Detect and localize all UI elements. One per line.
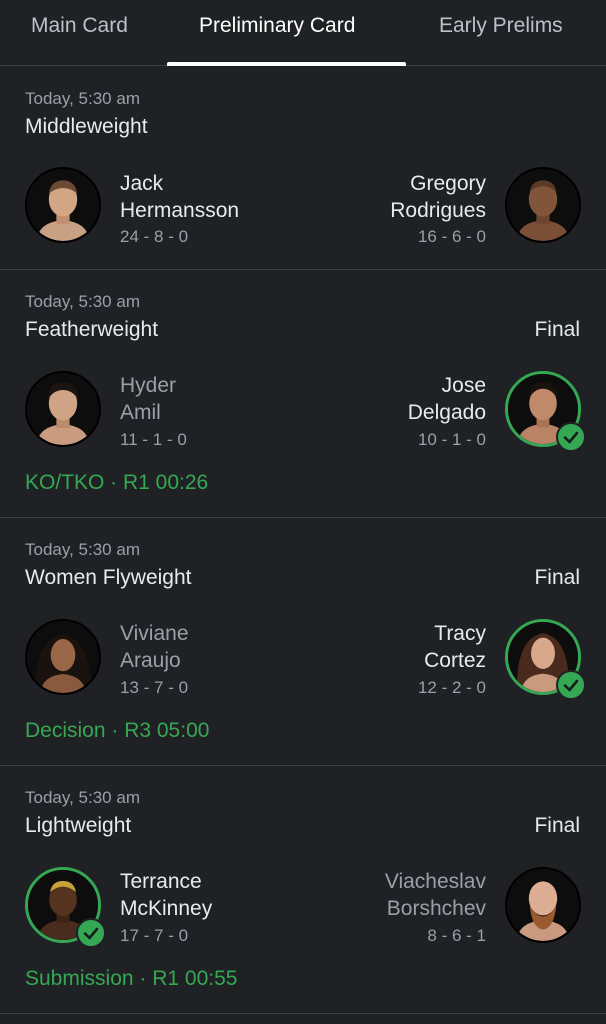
last-name: Borshchev bbox=[386, 897, 486, 920]
fighter-record-right: 10 - 1 - 0 bbox=[417, 430, 486, 449]
first-name: Jose bbox=[441, 374, 486, 397]
fighter-record-right: 12 - 2 - 0 bbox=[417, 678, 486, 697]
fighter-record-right: 8 - 6 - 1 bbox=[427, 926, 486, 945]
fighter-name-right: Tracy Cortez bbox=[424, 620, 486, 674]
weight-class: Lightweight bbox=[25, 814, 132, 837]
fight-result: KO/TKO · R1 00:26 bbox=[25, 471, 209, 494]
first-name: Hyder bbox=[120, 374, 177, 397]
fight-time: Today, 5:30 am bbox=[25, 292, 140, 311]
fighter-photo-icon bbox=[27, 621, 99, 693]
fight-card[interactable]: Today, 5:30 am Women Flyweight Final Viv… bbox=[0, 518, 606, 766]
last-name: Delgado bbox=[407, 401, 486, 424]
fighter-name-left: Terrance McKinney bbox=[120, 868, 212, 922]
fight-time: Today, 5:30 am bbox=[25, 89, 140, 108]
fighter-record-left: 24 - 8 - 0 bbox=[120, 227, 189, 246]
fighter-name-left: Viviane Araujo bbox=[120, 620, 189, 674]
tab-preliminary-card[interactable]: Preliminary Card bbox=[199, 14, 355, 38]
fighter-photo-icon bbox=[507, 869, 579, 941]
last-name: McKinney bbox=[120, 897, 213, 920]
fight-result: Submission · R1 00:55 bbox=[25, 967, 238, 990]
fighter-name-right: Jose Delgado bbox=[408, 372, 486, 426]
fight-time: Today, 5:30 am bbox=[25, 788, 140, 807]
card-tabs: Main Card Preliminary Card Early Prelims bbox=[0, 0, 606, 66]
last-name: Araujo bbox=[120, 649, 181, 672]
fighter-photo-icon bbox=[27, 373, 99, 445]
first-name: Tracy bbox=[434, 622, 486, 645]
fighter-avatar[interactable] bbox=[25, 167, 101, 243]
last-name: Amil bbox=[120, 401, 161, 424]
fighter-record-left: 11 - 1 - 0 bbox=[120, 430, 187, 449]
fighter-name-left: Jack Hermansson bbox=[120, 170, 239, 224]
weight-class: Middleweight bbox=[25, 115, 148, 138]
fighter-avatar[interactable] bbox=[505, 867, 581, 943]
winner-avatar[interactable] bbox=[25, 867, 106, 948]
fight-time: Today, 5:30 am bbox=[25, 540, 140, 559]
first-name: Gregory bbox=[410, 172, 486, 195]
tab-early-prelims[interactable]: Early Prelims bbox=[439, 14, 563, 38]
fight-result: Decision · R3 05:00 bbox=[25, 719, 210, 742]
fight-status: Final bbox=[534, 566, 580, 589]
weight-class: Featherweight bbox=[25, 318, 159, 341]
fighter-record-left: 17 - 7 - 0 bbox=[120, 926, 189, 945]
fighter-photo-icon bbox=[507, 169, 579, 241]
fight-card[interactable]: Today, 5:30 am Featherweight Final Hyder… bbox=[0, 270, 606, 518]
winner-check-icon bbox=[76, 918, 106, 948]
winner-check-icon bbox=[556, 422, 586, 452]
fight-status: Final bbox=[534, 318, 580, 341]
last-name: Hermansson bbox=[120, 199, 240, 222]
fight-card[interactable]: Today, 5:30 am Middleweight Jack Hermans… bbox=[0, 67, 606, 270]
last-name: Rodrigues bbox=[390, 199, 486, 222]
winner-check-icon bbox=[556, 670, 586, 700]
first-name: Terrance bbox=[120, 870, 202, 893]
fight-card[interactable]: Today, 5:30 am Lightweight Final Terranc… bbox=[0, 766, 606, 1014]
fight-status: Final bbox=[534, 814, 580, 837]
winner-avatar[interactable] bbox=[505, 371, 586, 452]
fighter-avatar[interactable] bbox=[25, 371, 101, 447]
first-name: Viacheslav bbox=[384, 870, 486, 893]
last-name: Cortez bbox=[424, 649, 486, 672]
weight-class: Women Flyweight bbox=[25, 566, 192, 589]
fighter-avatar[interactable] bbox=[25, 619, 101, 695]
first-name: Jack bbox=[120, 172, 164, 195]
fighter-record-right: 16 - 6 - 0 bbox=[417, 227, 486, 246]
active-tab-indicator bbox=[167, 62, 406, 66]
fighter-name-left: Hyder Amil bbox=[120, 372, 176, 426]
fighter-photo-icon bbox=[27, 169, 99, 241]
fighter-record-left: 13 - 7 - 0 bbox=[120, 678, 189, 697]
fighter-name-right: Gregory Rodrigues bbox=[390, 170, 486, 224]
winner-avatar[interactable] bbox=[505, 619, 586, 700]
tab-main-card[interactable]: Main Card bbox=[31, 14, 128, 38]
first-name: Viviane bbox=[120, 622, 189, 645]
fighter-avatar[interactable] bbox=[505, 167, 581, 243]
fighter-name-right: Viacheslav Borshchev bbox=[385, 868, 486, 922]
